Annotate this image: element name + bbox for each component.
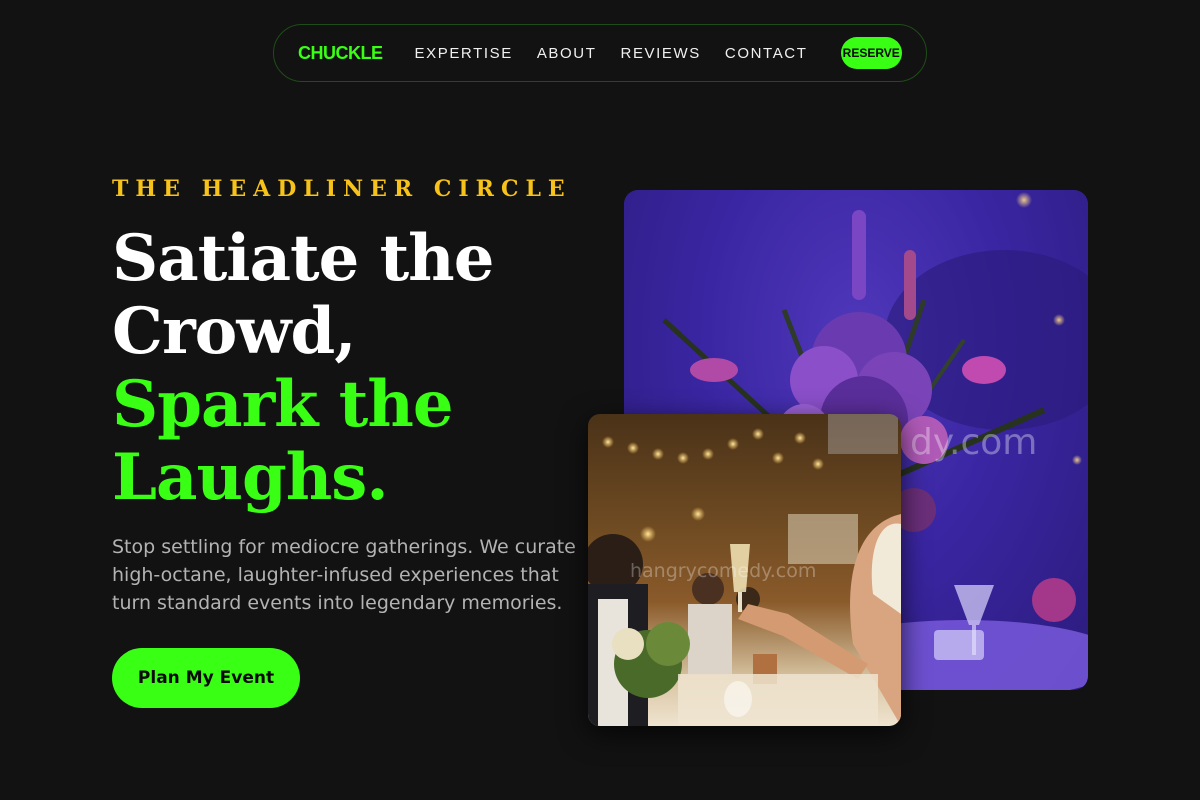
- back-image-watermark: dy.com: [910, 422, 1038, 463]
- headline-line-3: Spark the: [112, 367, 454, 442]
- top-nav: CHUCKLE EXPERTISE ABOUT REVIEWS CONTACT …: [273, 24, 927, 82]
- nav-link-contact[interactable]: CONTACT: [725, 45, 808, 62]
- nav-link-about[interactable]: ABOUT: [537, 45, 597, 62]
- headline-line-2: Crowd,: [112, 294, 356, 369]
- plan-event-button[interactable]: Plan My Event: [112, 648, 300, 708]
- brand-logo[interactable]: CHUCKLE: [298, 43, 383, 64]
- front-image-watermark: hangrycomedy.com: [630, 560, 817, 582]
- nav-links: EXPERTISE ABOUT REVIEWS CONTACT: [415, 45, 808, 62]
- banquet-toast-image: hangrycomedy.com: [588, 414, 901, 726]
- hero-description: Stop settling for mediocre gatherings. W…: [112, 536, 576, 614]
- hero-eyebrow: THE HEADLINER CIRCLE: [112, 176, 572, 202]
- headline-line-1: Satiate the: [112, 221, 494, 296]
- nav-link-reviews[interactable]: REVIEWS: [621, 45, 701, 62]
- reserve-button[interactable]: RESERVE: [840, 37, 902, 69]
- nav-link-expertise[interactable]: EXPERTISE: [415, 45, 513, 62]
- hero-headline: Satiate the Crowd, Spark the Laughs.: [112, 221, 494, 515]
- headline-line-4: Laughs.: [112, 440, 389, 515]
